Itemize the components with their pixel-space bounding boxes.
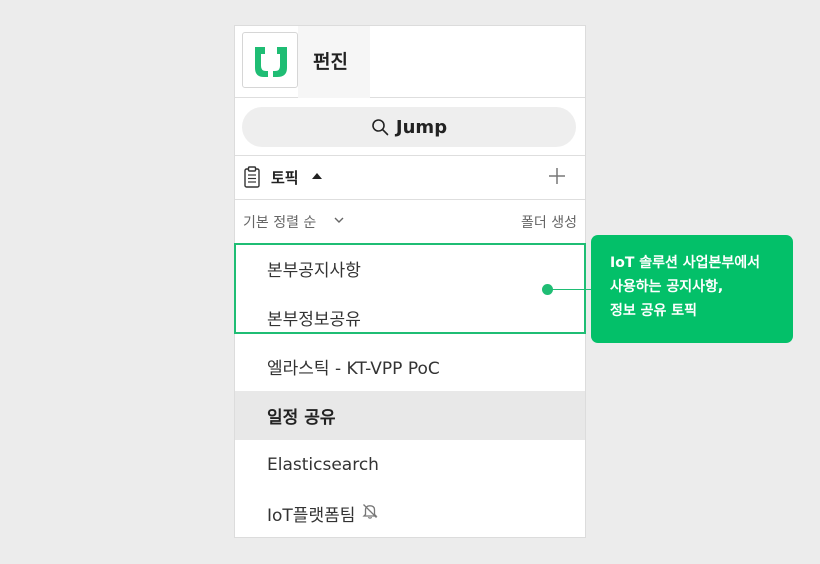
plus-icon[interactable]	[547, 166, 567, 186]
topic-item[interactable]: Elasticsearch	[235, 440, 585, 489]
sort-dropdown[interactable]: 기본 정렬 순	[243, 212, 316, 232]
topic-section-title[interactable]: 토픽	[271, 167, 299, 188]
callout-connector	[547, 289, 591, 290]
team-logo[interactable]	[242, 32, 298, 88]
topic-item[interactable]: 엘라스틱 - KT-VPP PoC	[235, 342, 585, 391]
topic-item-label: 본부공지사항	[267, 261, 361, 281]
callout-dot	[542, 284, 553, 295]
team-name[interactable]: 펀진	[313, 47, 348, 74]
sidebar-header: 펀진	[235, 26, 585, 98]
topic-sidebar: 펀진 Jump 토픽 기본 정렬 순 폴더 생성 본부공지사항 본부정보공유 엘…	[234, 25, 586, 538]
search-icon	[372, 119, 389, 136]
brand-logo-icon	[255, 47, 287, 77]
sort-row: 기본 정렬 순 폴더 생성	[235, 200, 585, 244]
topic-item-label: 엘라스틱 - KT-VPP PoC	[267, 359, 440, 379]
topic-item-label: 본부정보공유	[267, 310, 361, 330]
clipboard-icon	[244, 166, 260, 188]
topic-item-label: IoT플랫폼팀	[267, 506, 356, 526]
jump-row: Jump	[235, 98, 585, 156]
bell-off-icon	[361, 502, 379, 525]
jump-label: Jump	[395, 116, 448, 138]
topic-item-label: Elasticsearch	[267, 454, 379, 475]
callout-bubble: IoT 솔루션 사업본부에서 사용하는 공지사항, 정보 공유 토픽	[591, 235, 793, 343]
callout-line: IoT 솔루션 사업본부에서	[610, 255, 761, 271]
topic-item-selected[interactable]: 일정 공유	[235, 391, 585, 440]
topic-item-label: 일정 공유	[267, 408, 336, 428]
chevron-down-icon[interactable]	[334, 217, 344, 224]
topic-item[interactable]: 본부정보공유	[235, 293, 585, 342]
topic-section-header: 토픽	[235, 156, 585, 200]
callout-line: 정보 공유 토픽	[610, 303, 698, 319]
caret-up-icon[interactable]	[312, 173, 322, 179]
jump-button[interactable]: Jump	[242, 107, 576, 147]
callout-line: 사용하는 공지사항,	[610, 279, 724, 295]
topic-item[interactable]: IoT플랫폼팀	[235, 489, 585, 538]
topic-item[interactable]: 본부공지사항	[235, 244, 585, 293]
create-folder-button[interactable]: 폴더 생성	[521, 212, 577, 232]
